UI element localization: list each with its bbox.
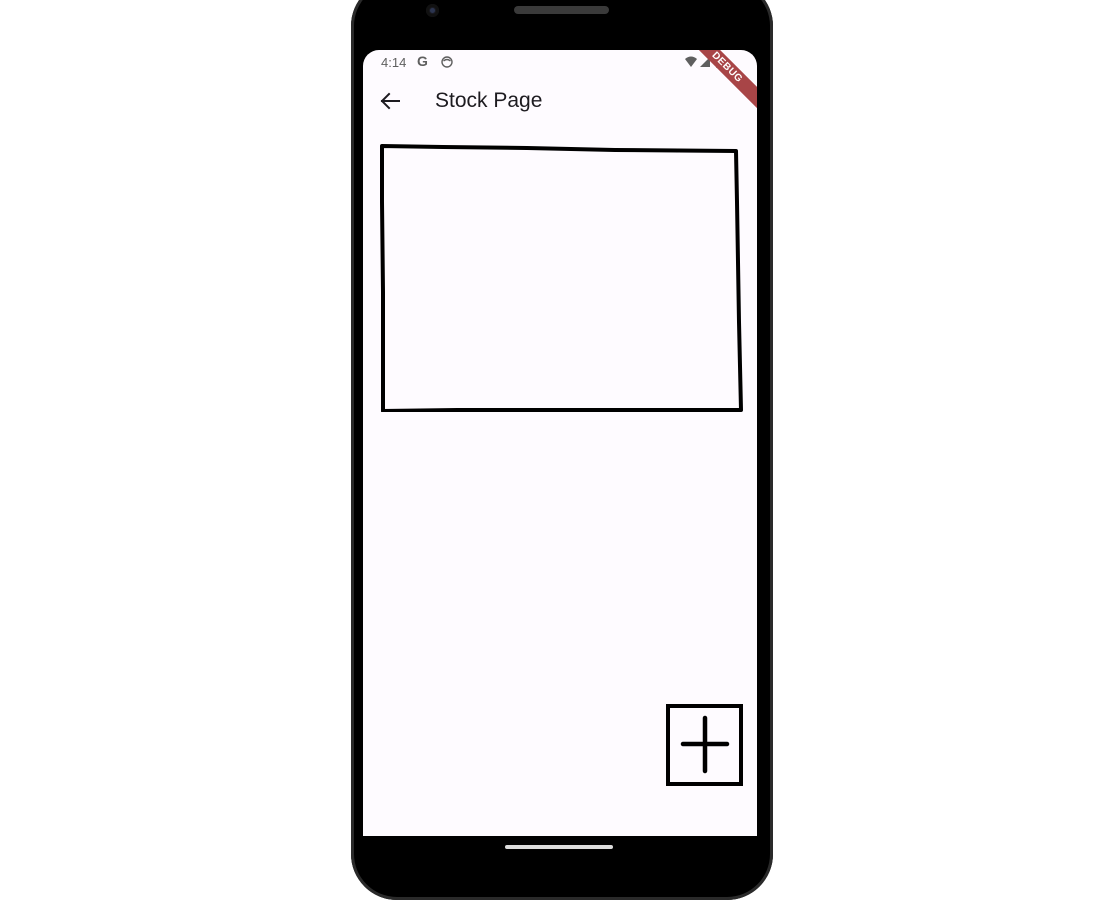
wifi-icon <box>685 56 697 67</box>
status-bar: 4:14 G <box>363 50 757 76</box>
app-screen: 4:14 G DEBUG Stock Page <box>363 50 757 836</box>
add-button[interactable] <box>665 704 743 788</box>
page-title: Stock Page <box>435 89 543 112</box>
back-button[interactable] <box>373 84 407 118</box>
front-camera <box>426 4 439 17</box>
status-time: 4:14 <box>381 55 407 70</box>
system-navigation-bar <box>363 836 757 876</box>
plus-icon <box>666 704 743 786</box>
sketch-rectangle <box>380 144 743 412</box>
app-bar: Stock Page <box>363 76 757 126</box>
home-gesture-handle[interactable] <box>505 845 613 849</box>
google-icon: G <box>417 53 428 69</box>
face-icon <box>441 56 453 68</box>
arrow-back-icon <box>380 92 400 110</box>
earpiece-speaker <box>514 6 609 14</box>
